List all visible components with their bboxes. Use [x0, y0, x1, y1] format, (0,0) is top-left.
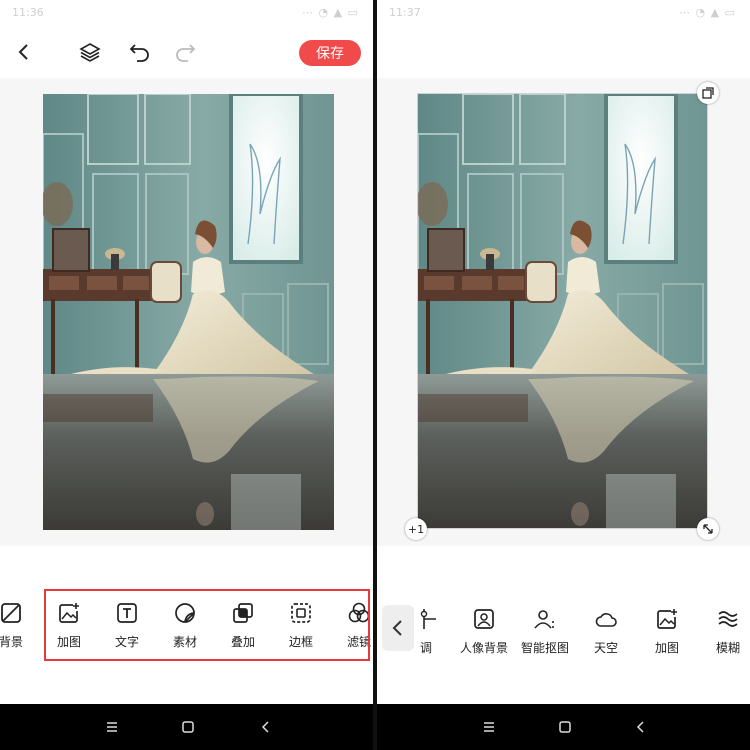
back-arrow-icon: [636, 721, 644, 733]
background-icon: [1, 603, 21, 623]
resize-arrows-icon: [703, 524, 713, 534]
tool-label: 人像背景: [459, 641, 508, 655]
crop-icon: [702, 87, 714, 99]
redo-icon: [176, 44, 196, 62]
adjust-icon: [420, 609, 436, 629]
tool-label: 加图: [654, 641, 679, 655]
duplicate-layer-handle[interactable]: +1: [405, 518, 427, 540]
tool-sky[interactable]: 天空: [577, 586, 635, 656]
layers-icon: [79, 43, 101, 62]
nav-menu-button[interactable]: [102, 717, 122, 737]
tool-background[interactable]: 背景: [0, 586, 40, 656]
nav-home-button[interactable]: [178, 717, 198, 737]
back-arrow-icon: [261, 721, 269, 733]
chevron-left-icon: [18, 44, 28, 60]
bottom-tool-bar-right: 调 人像背景 智能抠图 天空 加图 模糊: [377, 586, 750, 666]
system-nav-bar: [0, 704, 373, 750]
tool-add-image[interactable]: 加图: [638, 586, 696, 656]
save-button[interactable]: 保存: [299, 40, 361, 66]
nav-menu-button[interactable]: [479, 717, 499, 737]
resize-rotate-handle[interactable]: [697, 518, 719, 540]
sky-icon: [595, 613, 617, 627]
chevron-left-icon: [392, 620, 402, 636]
tool-blur[interactable]: 模糊: [699, 586, 750, 656]
top-toolbar: 保存: [0, 26, 373, 78]
home-square-icon: [182, 721, 194, 733]
layers-button[interactable]: [72, 34, 108, 70]
system-nav-bar: [377, 704, 750, 750]
layer-crop-handle[interactable]: [697, 82, 719, 104]
add-image-icon: [657, 609, 677, 629]
selected-photo-layer[interactable]: [417, 93, 708, 529]
status-bar: 11:37 ⋯ ◔ ▲ ▭: [377, 0, 750, 22]
menu-icon: [107, 722, 117, 732]
tool-portrait-background[interactable]: 人像背景: [455, 586, 513, 656]
tool-label: 模糊: [715, 641, 740, 655]
nav-home-button[interactable]: [555, 717, 575, 737]
tool-label: 调: [419, 641, 432, 655]
nav-back-button[interactable]: [256, 717, 276, 737]
status-icons: ⋯ ◔ ▲ ▭: [302, 6, 359, 19]
tool-label: 背景: [0, 635, 23, 649]
undo-icon: [129, 44, 149, 62]
collapse-toolbar-button[interactable]: [382, 605, 414, 651]
undo-button[interactable]: [122, 34, 158, 70]
photo-canvas[interactable]: [43, 94, 334, 530]
tool-label: 智能抠图: [520, 641, 569, 655]
status-time: 11:37: [389, 6, 421, 19]
editor-screen-left: 11:36 ⋯ ◔ ▲ ▭ 保存 背景 加图 文字 素材 叠加 边框 滤镜: [0, 0, 373, 750]
menu-icon: [484, 722, 494, 732]
redo-button[interactable]: [167, 34, 203, 70]
status-time: 11:36: [12, 6, 44, 19]
home-square-icon: [559, 721, 571, 733]
smart-cutout-icon: [534, 610, 554, 629]
nav-back-button[interactable]: [631, 717, 651, 737]
status-icons: ⋯ ◔ ▲ ▭: [679, 6, 736, 19]
portrait-background-icon: [474, 609, 494, 629]
back-button[interactable]: [6, 34, 42, 70]
status-bar: 11:36 ⋯ ◔ ▲ ▭: [0, 0, 373, 22]
highlight-annotation-box: [44, 589, 370, 661]
blur-icon: [718, 611, 738, 627]
tool-label: 天空: [593, 641, 618, 655]
tool-smart-cutout[interactable]: 智能抠图: [516, 586, 574, 656]
